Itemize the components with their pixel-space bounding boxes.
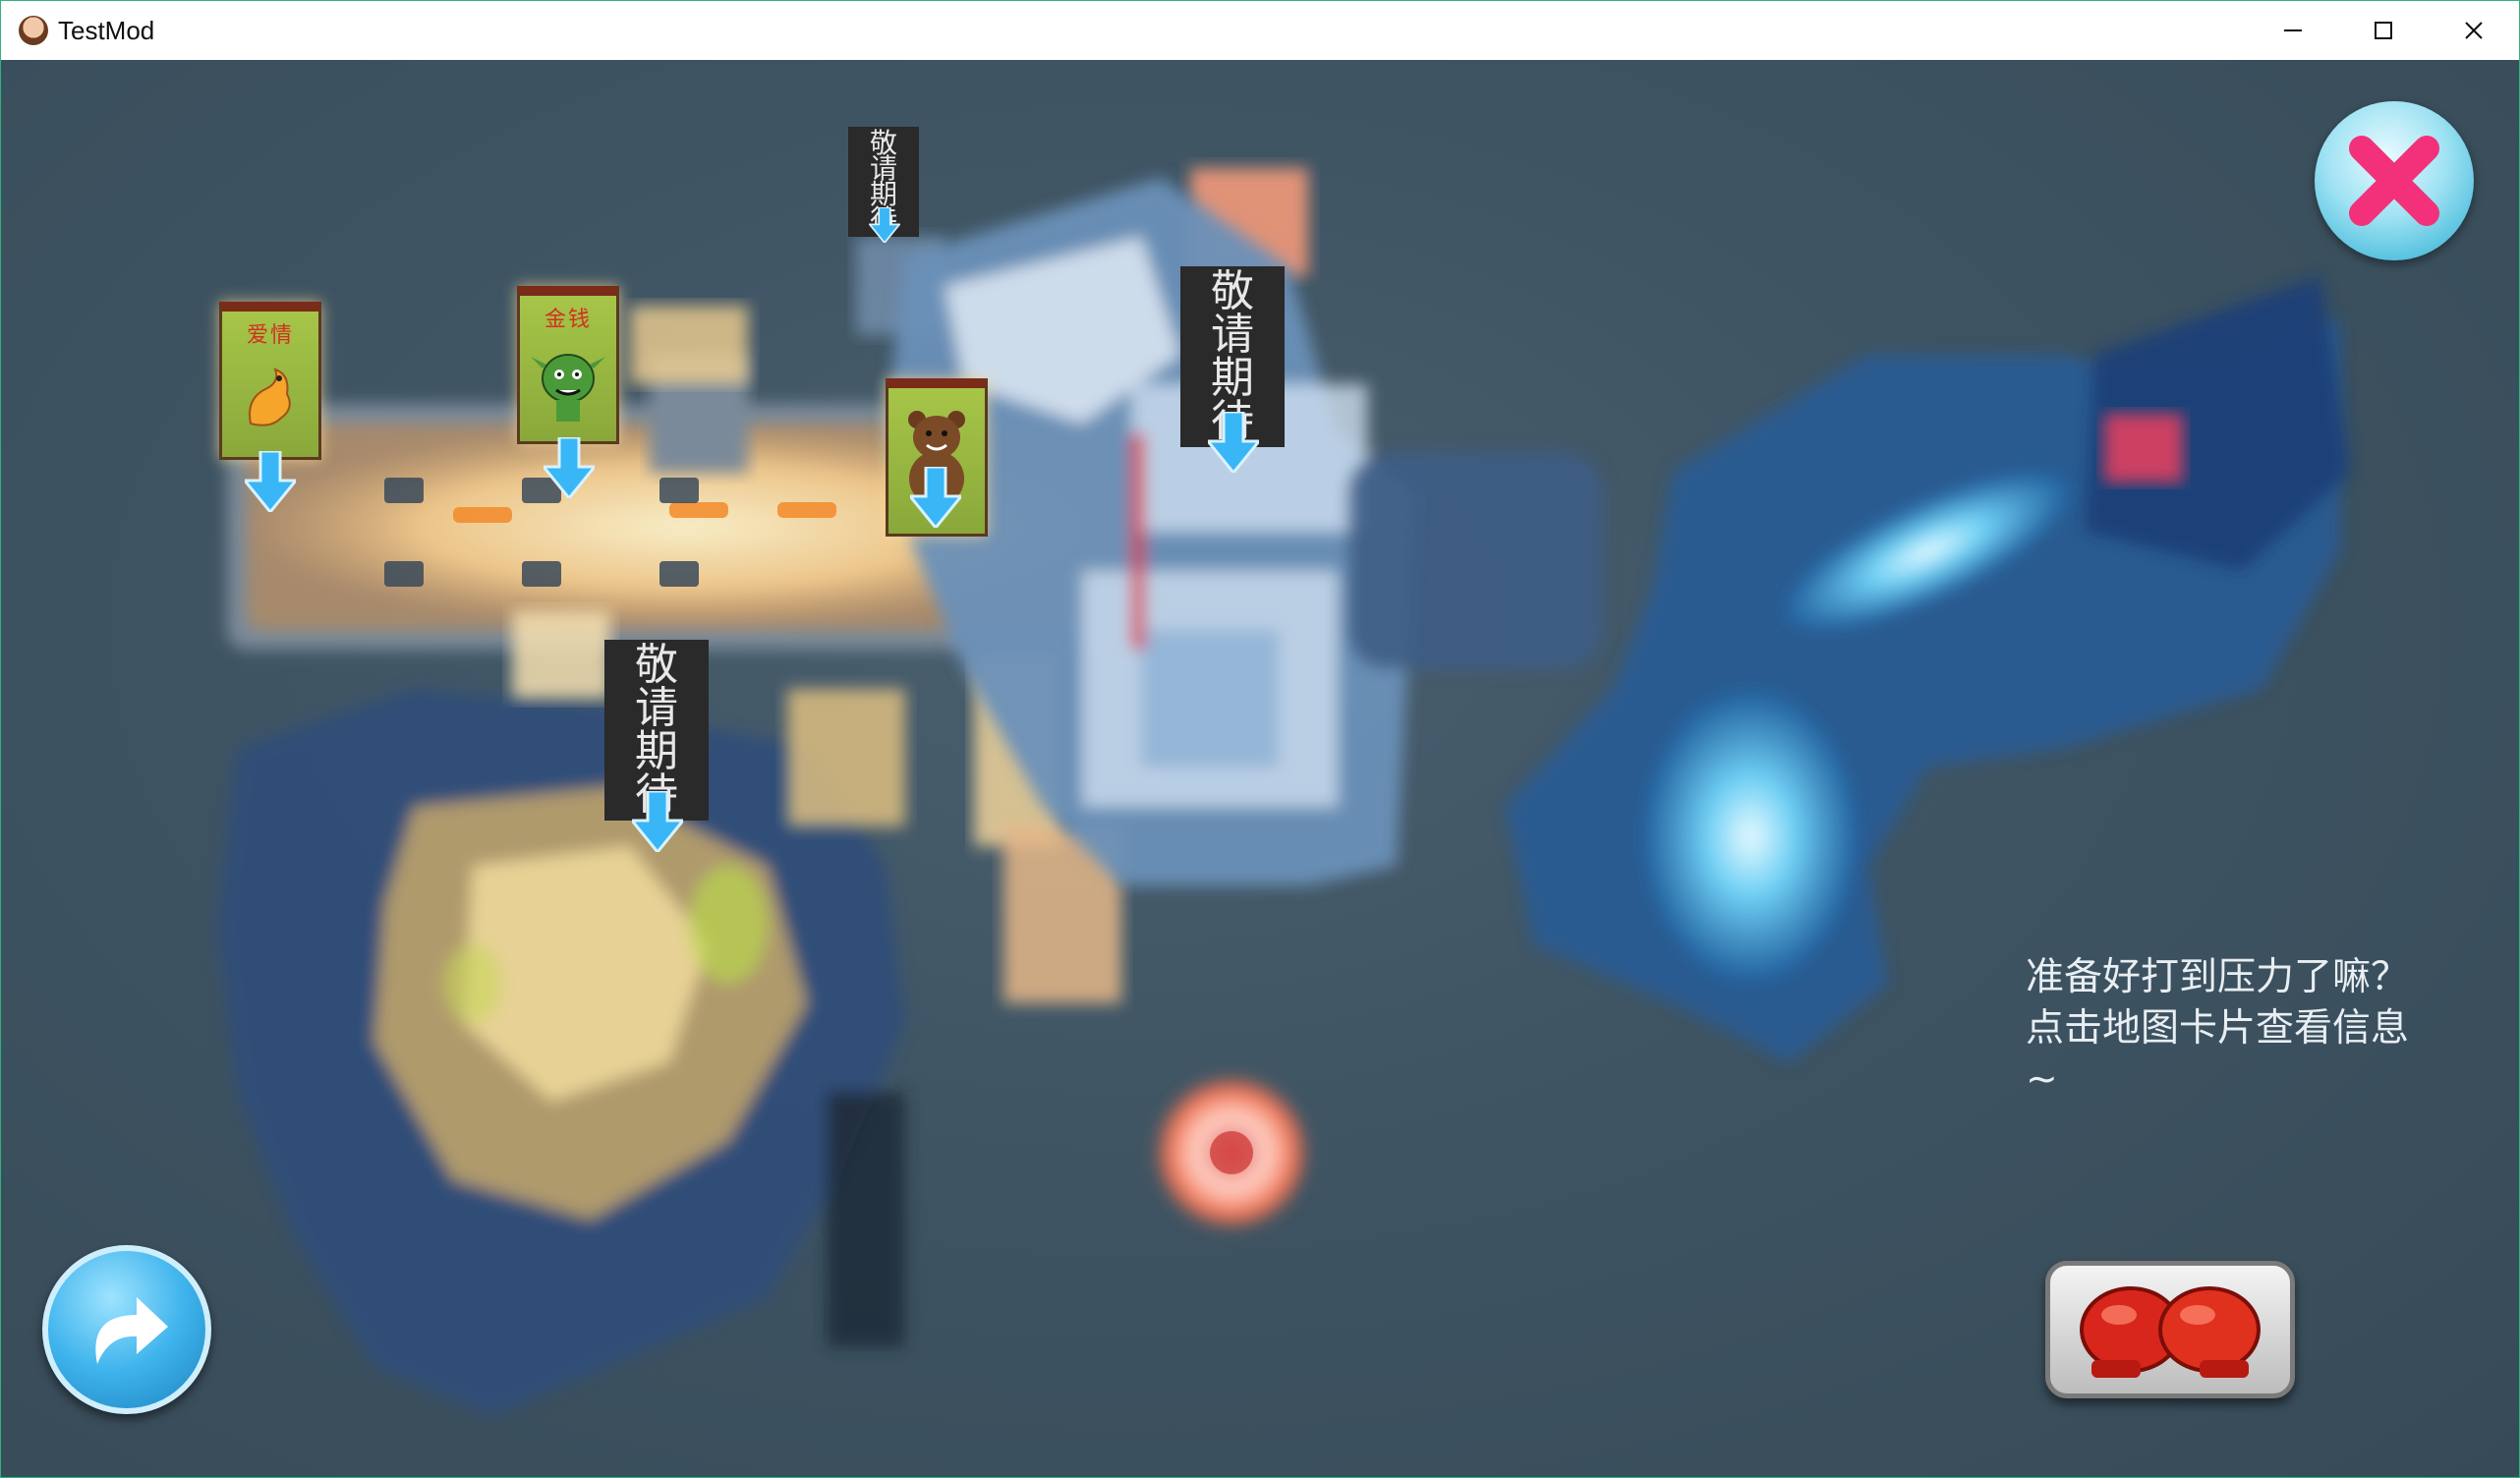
banner-char: 敬 xyxy=(1211,266,1254,316)
hint-text: 准备好打到压力了嘛？ 点击地图卡片查看信息~ xyxy=(2026,955,2410,1102)
close-map-button[interactable] xyxy=(2315,101,2474,260)
down-arrow-icon xyxy=(1208,412,1259,473)
banner-char: 期 xyxy=(1211,353,1254,403)
down-arrow-icon xyxy=(910,467,961,528)
banner-char: 敬 xyxy=(635,640,678,690)
banner-char: 期 xyxy=(635,726,678,776)
title-bar: TestMod xyxy=(1,1,2519,60)
app-icon xyxy=(19,16,48,45)
back-button[interactable] xyxy=(42,1245,211,1414)
card-label: 金钱 xyxy=(544,308,592,332)
maximize-button[interactable] xyxy=(2338,1,2429,60)
close-icon xyxy=(2465,22,2483,39)
app-window: TestMod 爱情 金钱 敬 请 期 敬 请 期 敬 请 期 准备好打到压力了… xyxy=(0,0,2520,1478)
map-card-love[interactable]: 爱情 xyxy=(219,302,321,460)
water-region xyxy=(1505,276,2350,1062)
down-arrow-icon xyxy=(245,451,296,512)
redo-arrow-icon xyxy=(95,1297,168,1364)
maximize-icon xyxy=(2375,22,2392,39)
down-arrow-icon xyxy=(544,437,595,498)
minimize-icon xyxy=(2284,29,2302,31)
close-window-button[interactable] xyxy=(2429,1,2519,60)
window-controls xyxy=(2248,1,2519,60)
boxing-gloves-icon xyxy=(2080,1286,2261,1378)
card-label: 爱情 xyxy=(246,323,294,348)
minimize-button[interactable] xyxy=(2248,1,2338,60)
close-x-icon xyxy=(2349,136,2439,226)
down-arrow-icon xyxy=(869,207,900,243)
window-title: TestMod xyxy=(58,15,155,45)
dragon-icon xyxy=(249,368,291,426)
goblin-icon xyxy=(531,354,605,422)
portal xyxy=(1153,1074,1310,1231)
fight-button[interactable] xyxy=(2045,1261,2295,1398)
game-viewport: 爱情 金钱 敬 请 期 敬 请 期 敬 请 期 准备好打到压力了嘛？ 点击地图卡… xyxy=(1,60,2519,1477)
down-arrow-icon xyxy=(632,791,683,852)
banner-char: 请 xyxy=(1211,310,1254,360)
banner-char: 请 xyxy=(635,683,678,733)
map-card-money[interactable]: 金钱 xyxy=(517,286,619,444)
